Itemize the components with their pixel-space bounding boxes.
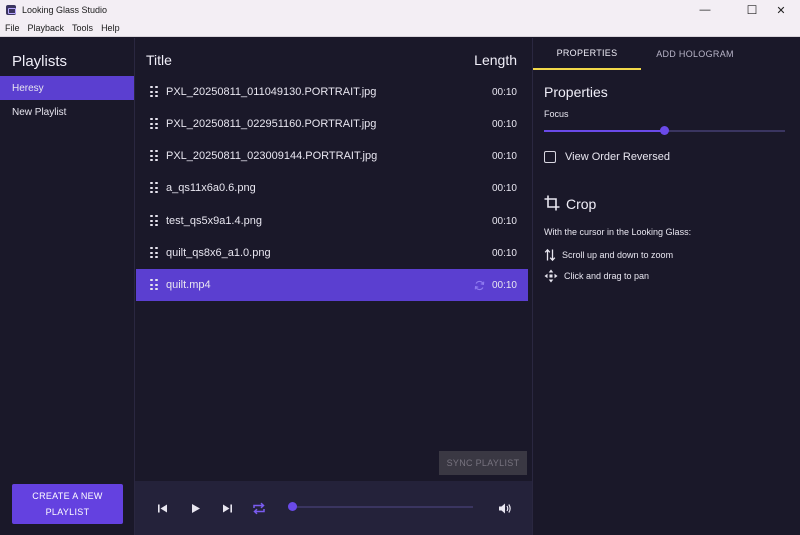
playlists-heading: Playlists: [12, 53, 68, 70]
create-playlist-label: CREATE A NEW PLAYLIST: [32, 491, 103, 517]
pan-arrows-icon: [544, 269, 558, 283]
row-title: PXL_20250811_011049130.PORTRAIT.jpg: [166, 86, 377, 98]
focus-slider[interactable]: [544, 126, 785, 135]
playback-progress-bar[interactable]: [291, 506, 473, 508]
volume-icon[interactable]: [497, 500, 513, 516]
crop-heading: Crop: [566, 196, 597, 212]
tab-add-hologram[interactable]: ADD HOLOGRAM: [641, 38, 749, 70]
row-title: PXL_20250811_023009144.PORTRAIT.jpg: [166, 150, 378, 162]
menu-file[interactable]: File: [5, 23, 20, 33]
playlists-sidebar: Playlists Heresy New Playlist CREATE A N…: [0, 38, 135, 535]
pan-hint-text: Click and drag to pan: [564, 271, 650, 281]
playlist-item-heresy[interactable]: Heresy: [0, 76, 134, 100]
playlist-content: Title Length PXL_20250811_011049130.PORT…: [135, 38, 532, 535]
row-length: 00:10: [491, 215, 517, 227]
window-title: Looking Glass Studio: [22, 5, 108, 15]
playlist-row[interactable]: quilt_qs8x6_a1.0.png 00:10: [136, 237, 528, 269]
row-length: 00:10: [491, 150, 517, 162]
drag-handle-icon[interactable]: [150, 247, 158, 259]
row-length: 00:10: [491, 86, 517, 98]
row-title: quilt.mp4: [166, 279, 211, 291]
row-title: quilt_qs8x6_a1.0.png: [166, 247, 271, 259]
view-order-reversed-checkbox[interactable]: [544, 151, 556, 163]
playlist-item-label: Heresy: [12, 82, 44, 94]
app-logo-icon: [6, 5, 16, 15]
menu-tools[interactable]: Tools: [72, 23, 93, 33]
zoom-arrows-icon: [544, 248, 556, 262]
sync-icon: [474, 280, 485, 290]
skip-previous-icon[interactable]: [154, 500, 170, 516]
row-length: 00:10: [491, 182, 517, 194]
zoom-hint: Scroll up and down to zoom: [544, 247, 673, 263]
skip-next-icon[interactable]: [219, 500, 235, 516]
drag-handle-icon[interactable]: [150, 182, 158, 194]
playback-progress-thumb[interactable]: [288, 502, 297, 511]
menu-help[interactable]: Help: [101, 23, 120, 33]
player-controls: [135, 481, 532, 535]
row-title: a_qs11x6a0.6.png: [166, 182, 256, 194]
playlist-row[interactable]: a_qs11x6a0.6.png 00:10: [136, 172, 528, 204]
repeat-icon[interactable]: [251, 500, 267, 516]
title-column-header: Title: [146, 52, 172, 68]
drag-handle-icon[interactable]: [150, 86, 158, 98]
playlist-row[interactable]: PXL_20250811_023009144.PORTRAIT.jpg 00:1…: [136, 140, 528, 172]
row-title: test_qs5x9a1.4.png: [166, 215, 263, 227]
sync-playlist-button[interactable]: SYNC PLAYLIST: [439, 451, 527, 475]
playlist-item-new-playlist[interactable]: New Playlist: [0, 100, 134, 124]
create-playlist-button[interactable]: CREATE A NEW PLAYLIST: [12, 484, 123, 524]
drag-handle-icon[interactable]: [150, 279, 158, 291]
tab-properties[interactable]: PROPERTIES: [533, 38, 641, 70]
drag-handle-icon[interactable]: [150, 150, 158, 162]
zoom-hint-text: Scroll up and down to zoom: [562, 250, 674, 260]
crop-icon: [544, 195, 560, 211]
properties-heading: Properties: [544, 84, 608, 100]
row-title: PXL_20250811_022951160.PORTRAIT.jpg: [166, 118, 377, 130]
minimize-button[interactable]: —: [686, 0, 724, 20]
focus-slider-thumb[interactable]: [660, 126, 669, 135]
crop-description: With the cursor in the Looking Glass:: [544, 227, 692, 237]
play-icon[interactable]: [187, 500, 203, 516]
pan-hint: Click and drag to pan: [544, 268, 649, 284]
playlist-row-selected[interactable]: quilt.mp4 00:10: [136, 269, 528, 301]
drag-handle-icon[interactable]: [150, 118, 158, 130]
properties-panel: PROPERTIES ADD HOLOGRAM Properties Focus…: [532, 38, 800, 535]
menu-bar: File Playback Tools Help: [0, 20, 800, 37]
drag-handle-icon[interactable]: [150, 215, 158, 227]
close-button[interactable]: ✕: [762, 0, 800, 20]
view-order-reversed-label: View Order Reversed: [565, 151, 670, 163]
menu-playback[interactable]: Playback: [28, 23, 65, 33]
row-length: 00:10: [491, 118, 517, 130]
playlist-row[interactable]: test_qs5x9a1.4.png 00:10: [136, 205, 528, 237]
playlist-row[interactable]: PXL_20250811_022951160.PORTRAIT.jpg 00:1…: [136, 108, 528, 140]
playlist-item-label: New Playlist: [12, 106, 67, 118]
row-length: 00:10: [491, 279, 517, 291]
row-length: 00:10: [491, 247, 517, 259]
length-column-header: Length: [474, 52, 517, 68]
title-bar: Looking Glass Studio — ☐ ✕: [0, 0, 800, 20]
focus-label: Focus: [544, 109, 569, 119]
focus-slider-fill: [544, 130, 665, 132]
playlist-row[interactable]: PXL_20250811_011049130.PORTRAIT.jpg 00:1…: [136, 76, 528, 108]
